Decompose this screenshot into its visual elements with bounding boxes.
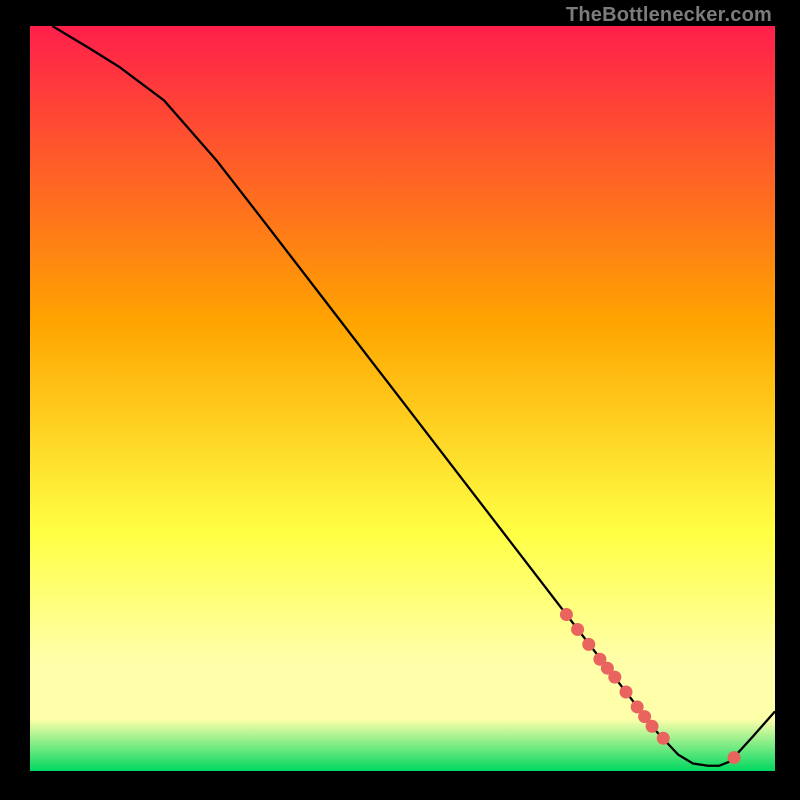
marker-point — [646, 720, 659, 733]
marker-point — [657, 732, 670, 745]
marker-point — [728, 751, 741, 764]
marker-point — [571, 623, 584, 636]
attribution-text: TheBottlenecker.com — [566, 4, 772, 27]
gradient-background — [30, 26, 775, 771]
marker-point — [560, 608, 573, 621]
marker-point — [582, 638, 595, 651]
marker-point — [620, 686, 633, 699]
chart-frame — [30, 26, 775, 771]
marker-point — [608, 671, 621, 684]
bottleneck-chart — [30, 26, 775, 771]
